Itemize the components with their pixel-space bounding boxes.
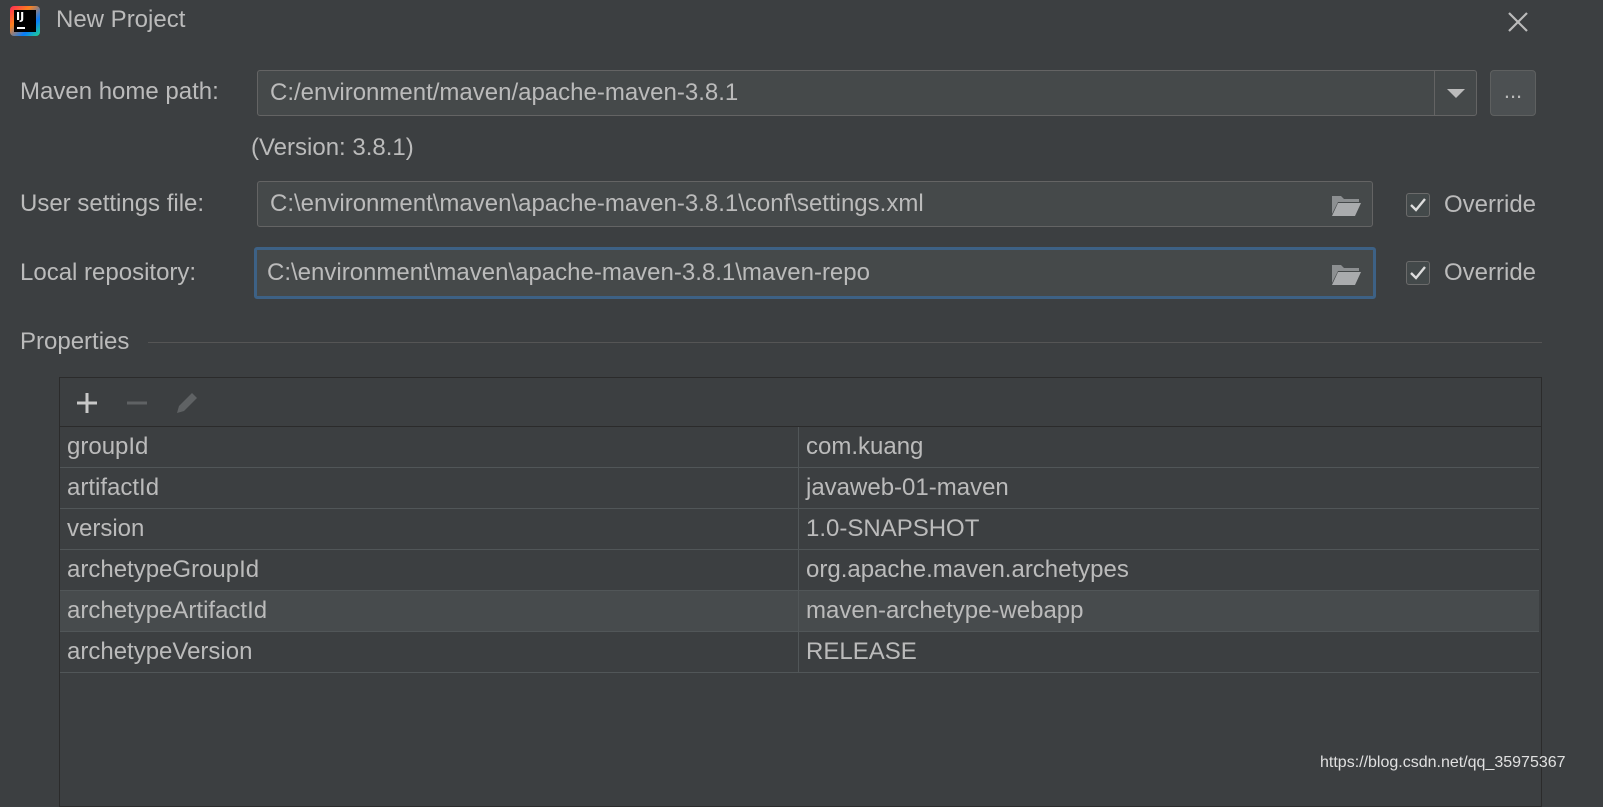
intellij-idea-icon: IJ: [10, 6, 40, 36]
properties-toolbar: [60, 378, 1541, 427]
local-repo-field[interactable]: C:\environment\maven\apache-maven-3.8.1\…: [254, 247, 1376, 299]
table-row[interactable]: groupId com.kuang: [60, 427, 1539, 468]
user-settings-field[interactable]: C:\environment\maven\apache-maven-3.8.1\…: [257, 181, 1373, 227]
table-row[interactable]: archetypeGroupId org.apache.maven.archety…: [60, 550, 1539, 591]
property-value[interactable]: javaweb-01-maven: [799, 468, 1539, 508]
table-row[interactable]: archetypeVersion RELEASE: [60, 632, 1539, 673]
property-value[interactable]: maven-archetype-webapp: [799, 591, 1539, 631]
user-settings-value: C:\environment\maven\apache-maven-3.8.1\…: [270, 190, 924, 217]
browse-button[interactable]: ...: [1490, 70, 1536, 116]
add-icon[interactable]: [72, 388, 102, 418]
local-repo-override-checkbox[interactable]: [1406, 261, 1430, 285]
local-repo-override-label: Override: [1444, 259, 1537, 286]
maven-version-text: (Version: 3.8.1): [251, 134, 414, 161]
app-icon-text: IJ: [16, 10, 25, 23]
property-key[interactable]: archetypeGroupId: [60, 550, 799, 590]
properties-separator: [148, 342, 1542, 343]
maven-home-combobox[interactable]: C:/environment/maven/apache-maven-3.8.1: [257, 70, 1477, 116]
user-settings-override-checkbox[interactable]: [1406, 193, 1430, 217]
property-value[interactable]: RELEASE: [799, 632, 1539, 672]
property-key[interactable]: version: [60, 509, 799, 549]
table-row[interactable]: archetypeArtifactId maven-archetype-webap…: [60, 591, 1539, 632]
property-key[interactable]: archetypeVersion: [60, 632, 799, 672]
title-bar: IJ New Project: [0, 0, 1603, 44]
properties-table: groupId com.kuang artifactId javaweb-01-mav…: [59, 377, 1542, 807]
window-title: New Project: [56, 6, 186, 33]
folder-icon[interactable]: [1330, 192, 1362, 218]
property-value[interactable]: 1.0-SNAPSHOT: [799, 509, 1539, 549]
close-icon: [1508, 12, 1528, 32]
folder-icon[interactable]: [1330, 261, 1362, 287]
property-value[interactable]: com.kuang: [799, 427, 1539, 467]
user-settings-label: User settings file:: [20, 190, 205, 217]
properties-title: Properties: [20, 328, 130, 355]
user-settings-override-label: Override: [1444, 191, 1537, 218]
property-key[interactable]: artifactId: [60, 468, 799, 508]
maven-home-value: C:/environment/maven/apache-maven-3.8.1: [270, 79, 739, 106]
property-key[interactable]: archetypeArtifactId: [60, 591, 799, 631]
property-key[interactable]: groupId: [60, 427, 799, 467]
edit-icon[interactable]: [172, 388, 202, 418]
maven-home-label: Maven home path:: [20, 78, 219, 105]
watermark: https://blog.csdn.net/qq_35975367: [1320, 754, 1566, 771]
table-row[interactable]: artifactId javaweb-01-maven: [60, 468, 1539, 509]
chevron-down-icon[interactable]: [1434, 71, 1476, 115]
check-icon: [1410, 198, 1426, 212]
local-repo-label: Local repository:: [20, 259, 197, 286]
table-row[interactable]: version 1.0-SNAPSHOT: [60, 509, 1539, 550]
property-value[interactable]: org.apache.maven.archetypes: [799, 550, 1539, 590]
check-icon: [1410, 266, 1426, 280]
local-repo-value: C:\environment\maven\apache-maven-3.8.1\…: [267, 259, 870, 286]
close-button[interactable]: [1500, 4, 1536, 40]
remove-icon[interactable]: [122, 388, 152, 418]
